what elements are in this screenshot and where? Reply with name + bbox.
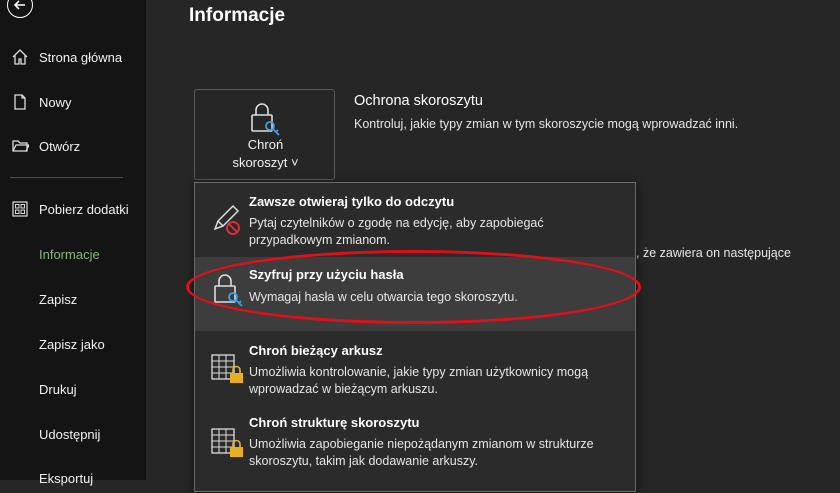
sidebar-item-save-as[interactable]: Zapisz jako bbox=[0, 329, 146, 359]
protect-workbook-menu: Zawsze otwieraj tylko do odczytu Pytaj c… bbox=[194, 182, 636, 492]
sidebar-item-label: Otwórz bbox=[39, 138, 81, 154]
menu-item-protect-current-sheet[interactable]: Chroń bieżący arkusz Umożliwia kontrolow… bbox=[195, 335, 635, 407]
read-only-pencil-icon bbox=[213, 204, 240, 235]
sidebar-item-label: Strona główna bbox=[39, 49, 123, 65]
menu-item-title: Szyfruj przy użyciu hasła bbox=[249, 267, 404, 282]
sidebar-item-label: Zapisz bbox=[39, 291, 78, 307]
protect-button-label-line1: Chroń bbox=[247, 137, 284, 152]
background-text: , że zawiera on następujące bbox=[636, 246, 791, 260]
protect-button-label-line2: skoroszyt ˅ bbox=[232, 155, 299, 170]
section-description: Kontroluj, jakie typy zmian w tym skoros… bbox=[354, 117, 739, 131]
sidebar-item-new[interactable]: Nowy bbox=[0, 87, 146, 117]
sidebar-item-info[interactable]: Informacje bbox=[0, 239, 146, 269]
menu-item-description: Umożliwia zapobieganie niepożądanym zmia… bbox=[249, 437, 594, 468]
sidebar-item-share[interactable]: Udostępnij bbox=[0, 419, 146, 449]
menu-item-description: Pytaj czytelników o zgodę na edycję, aby… bbox=[249, 216, 544, 247]
sidebar-item-get-addins[interactable]: Pobierz dodatki bbox=[0, 194, 146, 224]
sidebar-item-label: Informacje bbox=[39, 246, 100, 262]
sidebar-item-label: Eksportuj bbox=[39, 470, 94, 486]
sidebar-item-open[interactable]: Otwórz bbox=[0, 131, 146, 161]
menu-item-protect-workbook-structure[interactable]: Chroń strukturę skoroszytu Umożliwia zap… bbox=[195, 409, 635, 491]
sidebar-item-save[interactable]: Zapisz bbox=[0, 284, 146, 314]
sidebar-item-label: Udostępnij bbox=[39, 426, 101, 442]
lock-key-icon bbox=[214, 274, 243, 307]
section-title: Ochrona skoroszytu bbox=[354, 93, 483, 109]
menu-item-title: Chroń bieżący arkusz bbox=[249, 343, 383, 358]
sidebar-item-label: Nowy bbox=[39, 94, 72, 110]
page-title: Informacje bbox=[189, 5, 286, 26]
sheet-lock-icon bbox=[211, 354, 243, 383]
home-icon bbox=[12, 49, 28, 65]
sidebar-item-home[interactable]: Strona główna bbox=[0, 42, 146, 72]
sidebar-item-label: Pobierz dodatki bbox=[39, 201, 129, 217]
lock-key-icon bbox=[251, 103, 280, 136]
sidebar-item-print[interactable]: Drukuj bbox=[0, 374, 146, 404]
menu-item-title: Zawsze otwieraj tylko do odczytu bbox=[249, 194, 455, 209]
menu-item-encrypt-with-password[interactable]: Szyfruj przy użyciu hasła Wymagaj hasła … bbox=[195, 257, 635, 331]
backstage-sidebar: Strona główna Nowy Otwórz Pobierz dodatk… bbox=[0, 0, 146, 486]
menu-item-description: Umożliwia kontrolowanie, jakie typy zmia… bbox=[249, 365, 589, 396]
menu-item-always-open-read-only[interactable]: Zawsze otwieraj tylko do odczytu Pytaj c… bbox=[195, 183, 635, 253]
workbook-structure-lock-icon bbox=[211, 428, 243, 457]
addins-grid-icon bbox=[12, 201, 28, 217]
back-arrow-icon[interactable] bbox=[7, 0, 33, 18]
menu-item-title: Chroń strukturę skoroszytu bbox=[249, 415, 420, 430]
open-folder-icon bbox=[12, 140, 29, 152]
sidebar-item-label: Zapisz jako bbox=[39, 336, 105, 352]
new-document-icon bbox=[14, 94, 26, 110]
sidebar-divider bbox=[10, 177, 123, 178]
menu-item-description: Wymagaj hasła w celu otwarcia tego skoro… bbox=[249, 290, 518, 304]
protect-workbook-button[interactable]: Chroń skoroszyt ˅ bbox=[194, 89, 335, 180]
sidebar-item-export[interactable]: Eksportuj bbox=[0, 463, 146, 493]
sidebar-item-label: Drukuj bbox=[39, 381, 77, 397]
